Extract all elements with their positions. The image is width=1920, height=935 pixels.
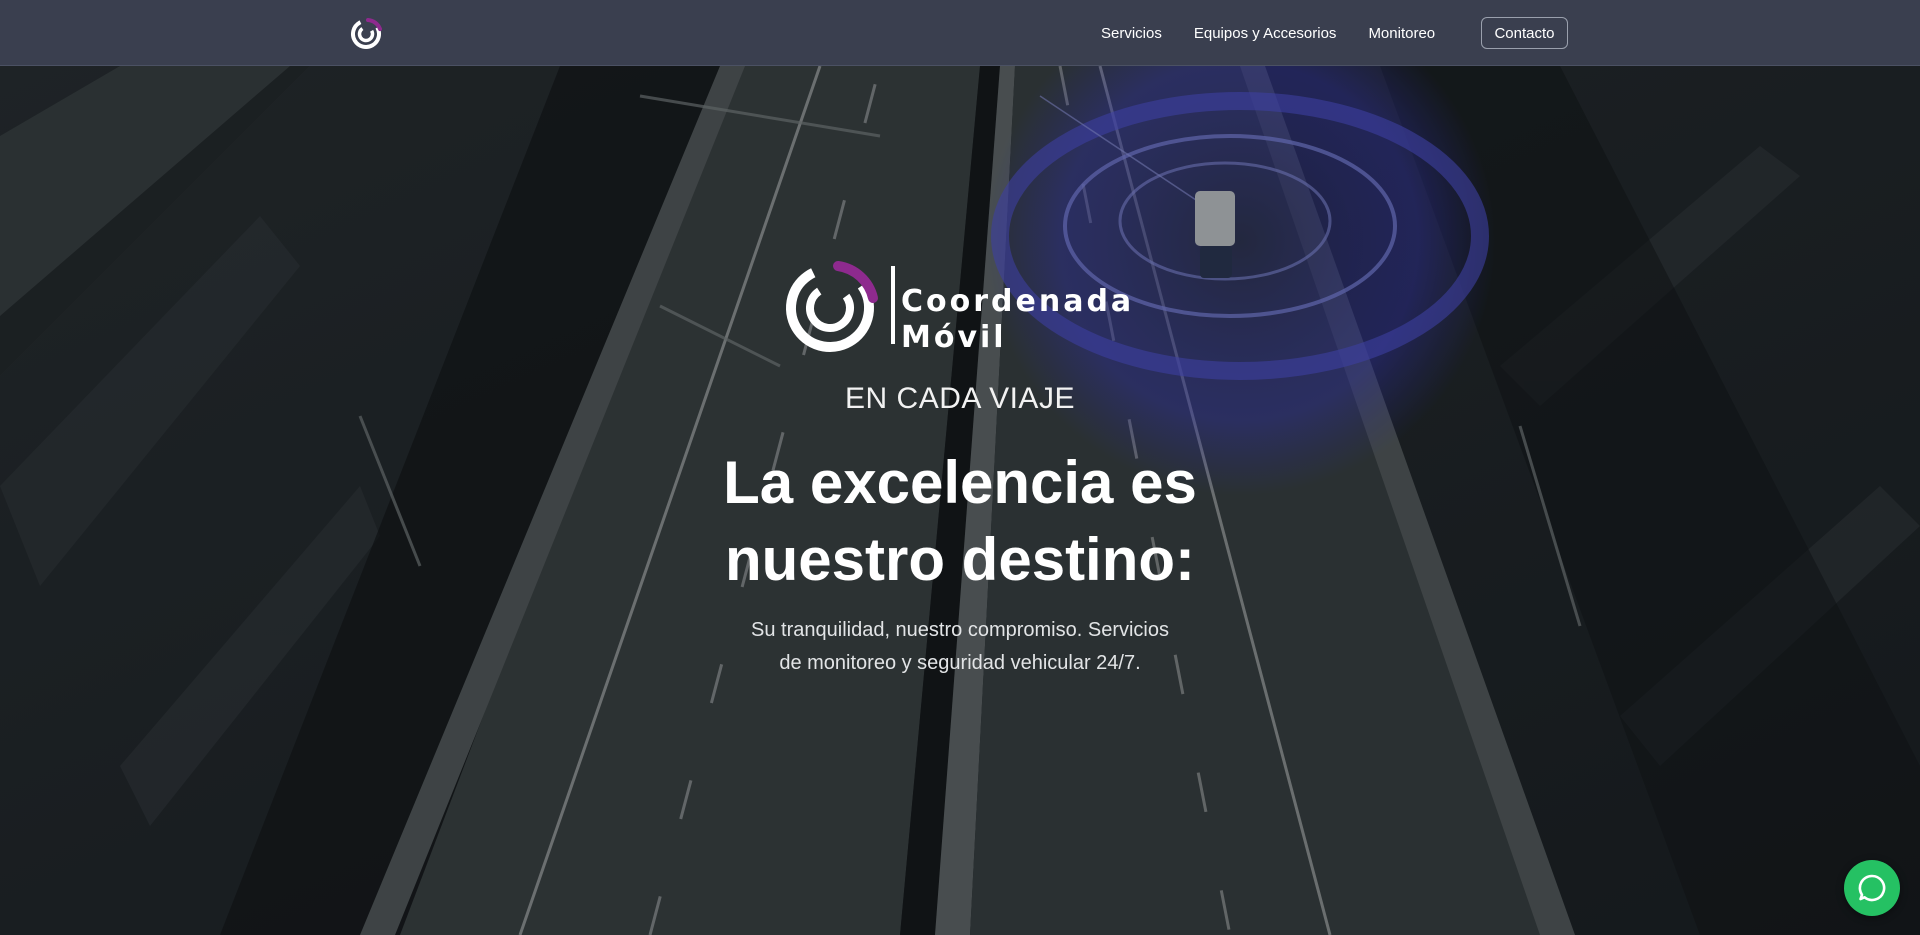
brand-name-line2: Móvil [901, 320, 1007, 354]
nav-link-monitoreo[interactable]: Monitoreo [1368, 25, 1435, 42]
whatsapp-chat-button[interactable] [1844, 860, 1900, 916]
whatsapp-chat-icon [1858, 874, 1886, 902]
hero-headline-line2: nuestro destino: [724, 526, 1195, 593]
brand-target-icon [786, 261, 878, 352]
hero-headline: La excelencia es nuestro destino: [560, 444, 1360, 598]
top-navbar: Servicios Equipos y Accesorios Monitoreo… [0, 0, 1920, 66]
nav-link-servicios[interactable]: Servicios [1101, 25, 1162, 42]
hero-subtext-line2: de monitoreo y seguridad vehicular 24/7. [779, 652, 1141, 674]
hero-subtext-line1: Su tranquilidad, nuestro compromiso. Ser… [751, 619, 1169, 641]
contact-button[interactable]: Contacto [1481, 17, 1568, 49]
main-nav: Servicios Equipos y Accesorios Monitoreo [1101, 0, 1467, 66]
nav-link-equipos-accesorios[interactable]: Equipos y Accesorios [1194, 25, 1337, 42]
brand-logo-icon[interactable] [350, 16, 384, 50]
hero-section: Coordenada Móvil EN CADA VIAJE La excele… [0, 66, 1920, 935]
hero-headline-line1: La excelencia es [723, 449, 1197, 516]
brand-name-line1: Coordenada [901, 284, 1134, 319]
hero-eyebrow: EN CADA VIAJE [845, 382, 1075, 415]
coordenada-movil-brand-logo: Coordenada Móvil [786, 261, 1134, 354]
hero-subtext: Su tranquilidad, nuestro compromiso. Ser… [740, 614, 1180, 680]
